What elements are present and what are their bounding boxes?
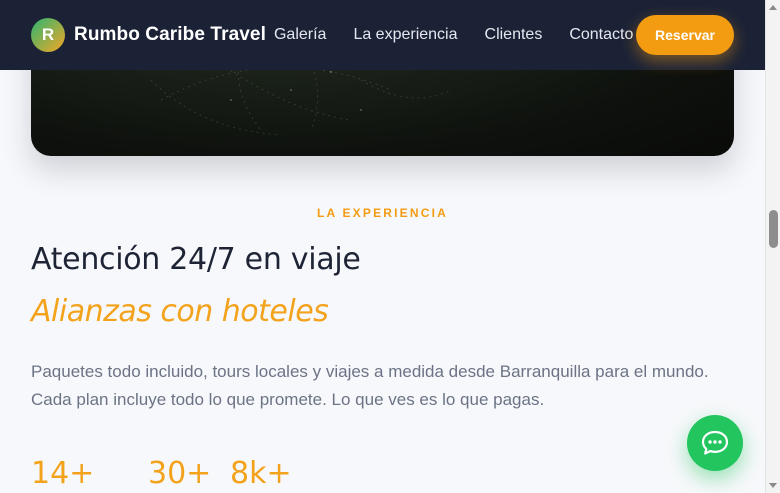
- stat-value: 30+: [148, 456, 212, 491]
- nav-links: Galería La experiencia Clientes Contacto: [274, 26, 633, 44]
- section-title: Atención 24/7 en viaje: [31, 242, 361, 277]
- scroll-up-arrow-icon[interactable]: [769, 5, 777, 10]
- section-eyebrow: LA EXPERIENCIA: [316, 206, 449, 220]
- scrollbar-thumb[interactable]: [769, 210, 778, 248]
- logo-badge[interactable]: R: [31, 18, 65, 52]
- section-description: Paquetes todo incluido, tours locales y …: [31, 362, 709, 409]
- nav-link-clientes[interactable]: Clientes: [485, 26, 543, 44]
- chat-button[interactable]: [687, 415, 743, 471]
- scroll-down-arrow-icon[interactable]: [769, 483, 777, 488]
- reservar-button[interactable]: Reservar: [636, 15, 734, 55]
- chat-bubble-icon: [701, 430, 729, 455]
- stat-value: 8k+: [230, 456, 292, 491]
- stat-value: 14+: [31, 456, 95, 491]
- page-scrollbar[interactable]: [765, 0, 780, 493]
- section-subtitle: Alianzas con hoteles: [31, 294, 329, 329]
- nav-link-galeria[interactable]: Galería: [274, 26, 326, 44]
- nav-link-contacto[interactable]: Contacto: [569, 26, 633, 44]
- brand-name[interactable]: Rumbo Caribe Travel: [74, 24, 266, 46]
- nav-link-experiencia[interactable]: La experiencia: [353, 26, 457, 44]
